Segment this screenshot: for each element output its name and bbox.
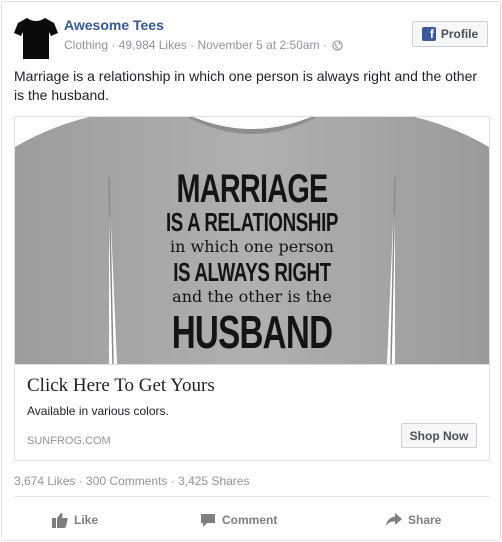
engagement-stats[interactable]: 3,674 Likes · 300 Comments · 3,425 Share…: [14, 474, 249, 488]
thumbs-up-icon: [52, 513, 68, 528]
shirt-line-4: IS ALWAYS RIGHT: [173, 257, 331, 287]
comment-label: Comment: [222, 513, 278, 527]
meta-separator: ·: [190, 38, 195, 52]
attachment-domain: SUNFROG.COM: [27, 435, 111, 447]
meta-separator: ·: [111, 38, 116, 52]
share-button[interactable]: Share: [386, 502, 441, 538]
profile-button-label: Profile: [440, 27, 479, 41]
post-text: Marriage is a relationship in which one …: [14, 68, 478, 103]
comment-button[interactable]: Comment: [200, 502, 277, 538]
like-button[interactable]: Like: [52, 502, 98, 538]
tshirt-print: MARRIAGE IS A RELATIONSHIP in which one …: [15, 169, 489, 355]
page-avatar[interactable]: [14, 15, 58, 59]
tshirt-image[interactable]: MARRIAGE IS A RELATIONSHIP in which one …: [15, 117, 489, 364]
shirt-line-6: HUSBAND: [171, 306, 333, 358]
share-label: Share: [408, 513, 442, 527]
attachment-divider: [15, 364, 489, 365]
share-arrow-icon: [386, 513, 402, 526]
action-bar: Like Comment Share: [14, 502, 490, 538]
shirt-line-2: IS A RELATIONSHIP: [165, 207, 339, 237]
shop-now-button[interactable]: Shop Now: [401, 423, 477, 448]
post-date[interactable]: November 5 at 2:50am: [197, 38, 319, 52]
attachment-description: Available in various colors.: [27, 404, 169, 418]
shirt-line-3: in which one person: [170, 237, 334, 256]
post-card: Awesome Tees Clothing · 49,984 Likes · N…: [1, 1, 501, 541]
attachment-title[interactable]: Click Here To Get Yours: [27, 375, 215, 397]
meta-separator: ·: [322, 38, 327, 52]
profile-button[interactable]: f Profile: [412, 21, 488, 47]
page-name-link[interactable]: Awesome Tees: [64, 17, 164, 33]
shirt-line-1: MARRIAGE: [176, 167, 328, 211]
stats-divider: [14, 496, 490, 497]
like-label: Like: [74, 513, 99, 527]
facebook-f-icon: f: [421, 27, 436, 41]
page-likes: 49,984 Likes: [118, 38, 187, 52]
page-category: Clothing: [64, 38, 109, 52]
globe-icon[interactable]: [332, 40, 343, 51]
comment-bubble-icon: [201, 513, 215, 527]
post-meta: Clothing · 49,984 Likes · November 5 at …: [64, 38, 343, 52]
link-attachment[interactable]: MARRIAGE IS A RELATIONSHIP in which one …: [14, 116, 490, 461]
